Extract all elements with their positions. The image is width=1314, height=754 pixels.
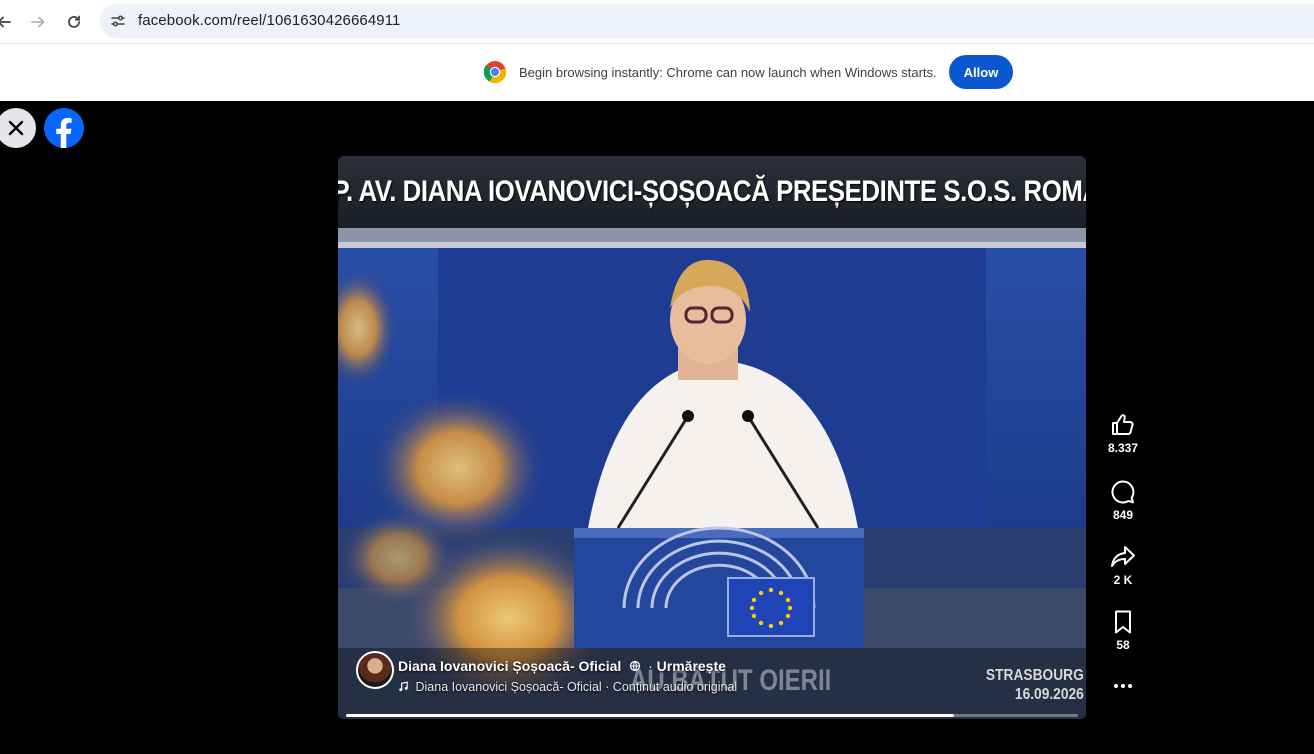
allow-button[interactable]: Allow — [949, 55, 1013, 89]
music-note-icon — [399, 681, 408, 692]
arrow-right-icon — [31, 16, 45, 28]
like-action[interactable]: 8.337 — [1100, 411, 1146, 455]
video-frame-image — [338, 228, 1086, 719]
share-action[interactable]: 2 K — [1100, 543, 1146, 587]
follow-link[interactable]: Urmărește — [657, 658, 726, 674]
save-action[interactable]: 58 — [1100, 608, 1146, 652]
author-name[interactable]: Diana Iovanovici Șoșoacă- Oficial — [398, 658, 621, 674]
reel-viewer: M.E.P. AV. DIANA IOVANOVICI-ȘOȘOACĂ PREȘ… — [0, 101, 1314, 754]
like-count: 8.337 — [1107, 441, 1139, 455]
video-progress-bar[interactable] — [346, 714, 1078, 717]
close-button[interactable] — [0, 108, 36, 148]
location-city: STRASBOURG — [986, 667, 1084, 684]
bookmark-icon — [1115, 610, 1131, 634]
thumbs-up-icon — [1112, 414, 1134, 435]
address-bar[interactable]: facebook.com/reel/1061630426664911 — [100, 4, 1314, 38]
close-icon — [8, 120, 24, 136]
reload-button[interactable] — [60, 8, 88, 36]
more-options-icon[interactable] — [1108, 676, 1138, 696]
comment-count: 849 — [1112, 508, 1134, 522]
video-location-stamp: STRASBOURG 16.09.2026 — [986, 666, 1084, 704]
location-date: 16.09.2026 — [1015, 686, 1084, 703]
save-count: 58 — [1116, 638, 1130, 652]
facebook-logo-icon[interactable] — [44, 108, 84, 148]
video-title-band: M.E.P. AV. DIANA IOVANOVICI-ȘOȘOACĂ PREȘ… — [338, 156, 1086, 228]
reload-icon — [68, 15, 80, 28]
share-count: 2 K — [1113, 573, 1133, 587]
url-text[interactable]: facebook.com/reel/1061630426664911 — [138, 12, 401, 29]
site-info-icon[interactable] — [108, 11, 128, 31]
globe-icon — [630, 660, 641, 672]
arrow-left-icon — [0, 16, 11, 28]
infobar-message: Begin browsing instantly: Chrome can now… — [519, 65, 937, 80]
forward-button[interactable] — [24, 8, 52, 36]
browser-toolbar: facebook.com/reel/1061630426664911 — [0, 0, 1314, 44]
audio-text: Diana Iovanovici Șoșoacă- Oficial · Conț… — [415, 680, 738, 694]
chrome-infobar: Begin browsing instantly: Chrome can now… — [0, 44, 1314, 101]
author-avatar[interactable] — [356, 651, 394, 689]
back-button[interactable] — [0, 8, 18, 36]
reel-video[interactable]: M.E.P. AV. DIANA IOVANOVICI-ȘOȘOACĂ PREȘ… — [338, 156, 1086, 719]
comment-action[interactable]: 849 — [1100, 478, 1146, 522]
share-icon — [1111, 546, 1135, 567]
comment-icon — [1111, 480, 1135, 504]
video-title-overlay: M.E.P. AV. DIANA IOVANOVICI-ȘOȘOACĂ PREȘ… — [338, 175, 1086, 208]
chrome-logo-icon — [483, 61, 507, 84]
author-line: Diana Iovanovici Șoșoacă- Oficial · Urmă… — [398, 658, 726, 674]
video-progress-fill — [346, 714, 954, 717]
author-separator: · — [648, 658, 653, 674]
audio-line[interactable]: Diana Iovanovici Șoșoacă- Oficial · Conț… — [398, 680, 737, 694]
